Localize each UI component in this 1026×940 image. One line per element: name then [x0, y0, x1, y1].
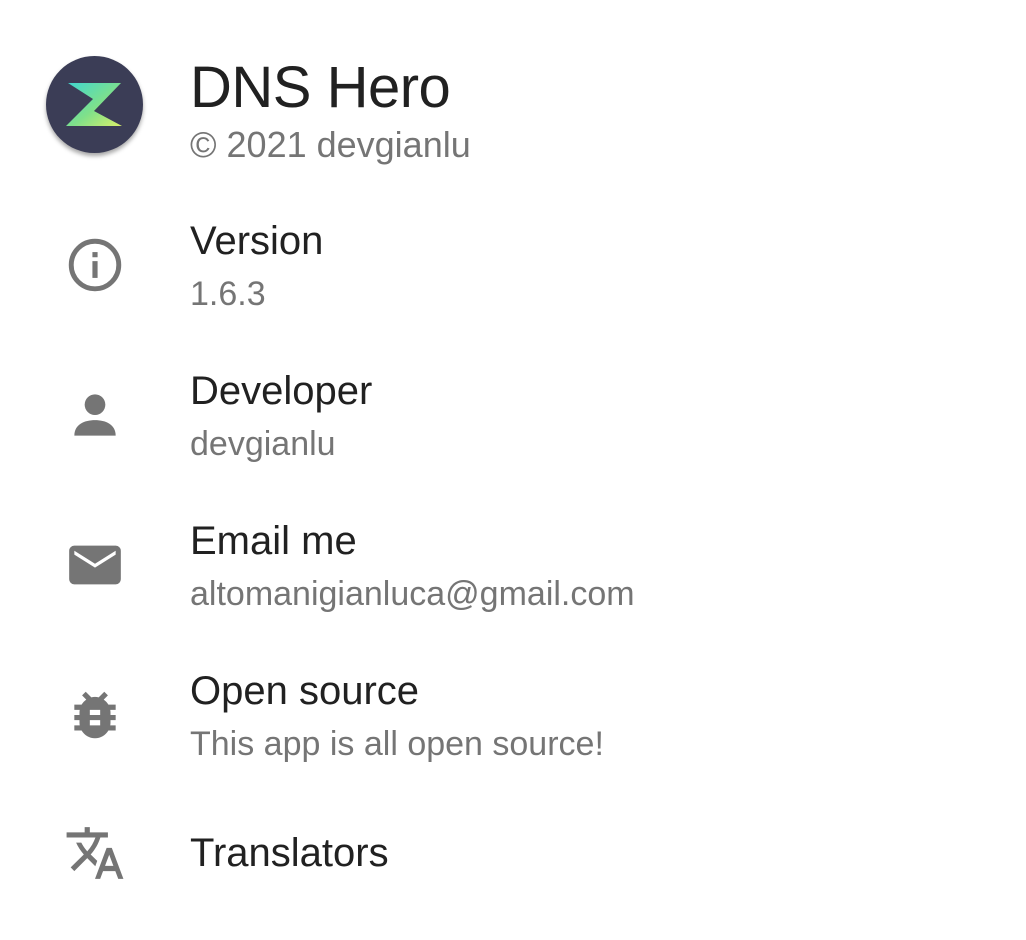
app-header: DNS Hero © 2021 devgianlu [0, 0, 1026, 190]
item-subtitle: 1.6.3 [190, 275, 266, 313]
app-name: DNS Hero [190, 55, 451, 120]
dns-hero-z-logo-icon [46, 56, 143, 153]
translate-icon [64, 822, 126, 884]
item-subtitle: altomanigianluca@gmail.com [190, 575, 635, 613]
item-title: Email me [190, 519, 357, 563]
item-subtitle: This app is all open source! [190, 725, 604, 763]
item-subtitle: devgianlu [190, 425, 336, 463]
info-icon [64, 234, 126, 296]
item-title: Version [190, 219, 324, 263]
list-item-open-source[interactable]: Open source This app is all open source! [0, 640, 1026, 790]
list-item-email[interactable]: Email me altomanigianluca@gmail.com [0, 490, 1026, 640]
item-title: Open source [190, 669, 420, 713]
item-title: Translators [190, 831, 389, 875]
list-item-translators[interactable]: Translators [0, 790, 1026, 940]
email-icon [64, 534, 126, 596]
app-copyright: © 2021 devgianlu [190, 124, 471, 165]
list-item-developer[interactable]: Developer devgianlu [0, 340, 1026, 490]
item-title: Developer [190, 369, 373, 413]
person-icon [64, 384, 126, 446]
bug-icon [64, 684, 126, 746]
list-item-version[interactable]: Version 1.6.3 [0, 190, 1026, 340]
